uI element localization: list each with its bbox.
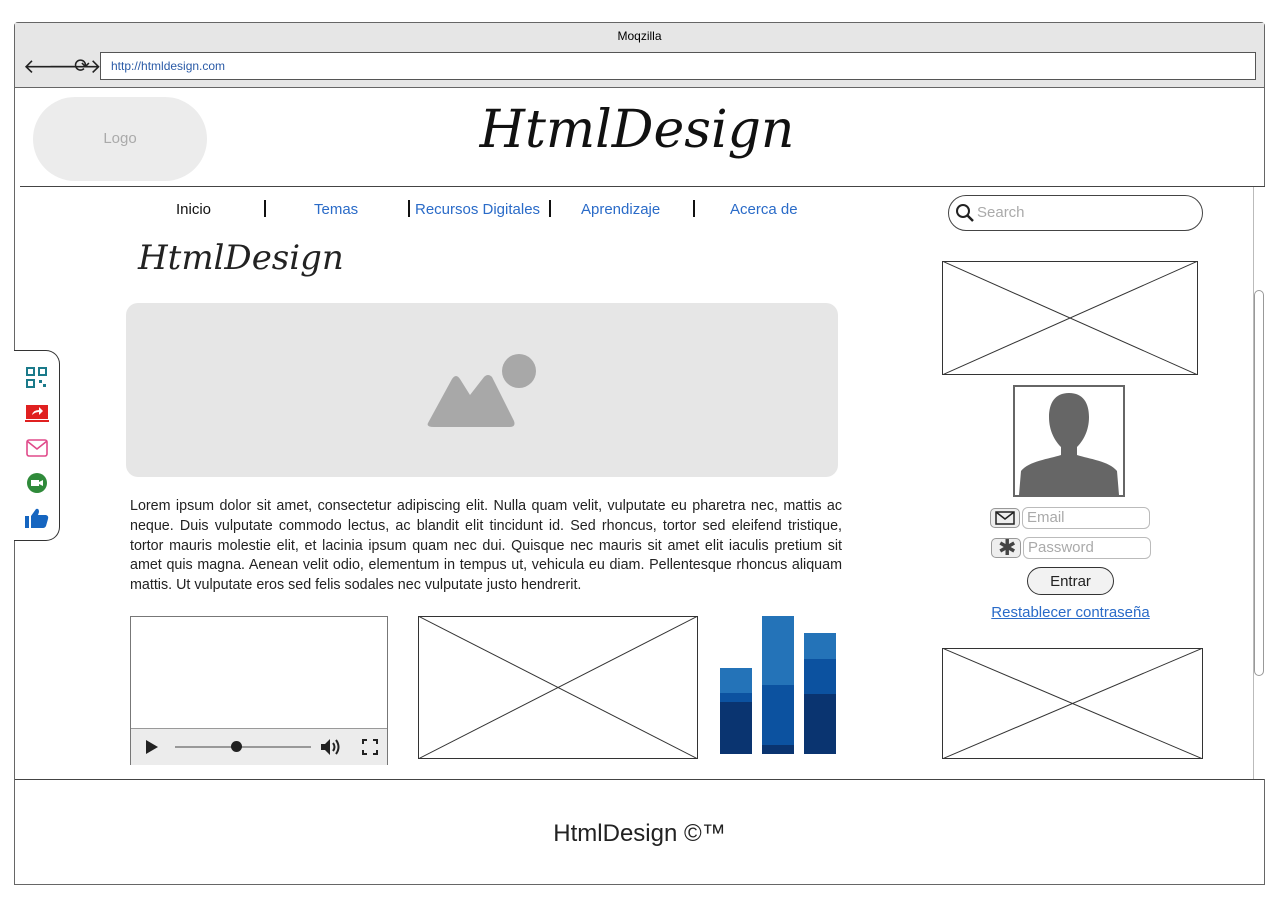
address-bar[interactable]: http://htmldesign.com bbox=[100, 52, 1256, 80]
nav-separator bbox=[408, 200, 410, 217]
ad-placeholder-top bbox=[942, 261, 1198, 375]
nav-item-recursos-digitales[interactable]: Recursos Digitales bbox=[415, 201, 540, 218]
password-field[interactable]: Password bbox=[1023, 537, 1151, 559]
asterisk-icon: ✱ bbox=[998, 535, 1017, 560]
browser-toolbar: Moqzilla 🡐 🡒 ⟳ http://htmldesign.com bbox=[15, 23, 1264, 88]
fullscreen-icon[interactable] bbox=[362, 739, 378, 755]
video-controls bbox=[131, 728, 387, 765]
mail-icon[interactable] bbox=[25, 437, 49, 459]
scrollbar-thumb[interactable] bbox=[1254, 290, 1264, 676]
image-placeholder bbox=[418, 616, 698, 759]
nav-separator bbox=[693, 200, 695, 217]
share-icon[interactable] bbox=[25, 402, 49, 424]
video-progress-track[interactable] bbox=[175, 746, 311, 748]
envelope-icon bbox=[995, 511, 1015, 525]
site-title: HtmlDesign bbox=[479, 100, 795, 160]
email-field[interactable]: Email bbox=[1022, 507, 1150, 529]
header-divider bbox=[20, 186, 1265, 187]
nav-item-inicio[interactable]: Inicio bbox=[176, 201, 211, 218]
video-player[interactable] bbox=[130, 616, 388, 765]
image-placeholder-icon bbox=[427, 354, 536, 427]
reset-password-link[interactable]: Restablecer contraseña bbox=[950, 604, 1191, 621]
user-silhouette-icon bbox=[1019, 393, 1119, 495]
search-input[interactable]: Search bbox=[948, 195, 1203, 231]
search-icon bbox=[956, 204, 974, 222]
ad-placeholder-bottom bbox=[942, 648, 1203, 759]
bar-chart-icon bbox=[720, 616, 836, 754]
video-progress-handle[interactable] bbox=[231, 741, 243, 752]
like-icon[interactable] bbox=[25, 507, 49, 529]
nav-item-temas[interactable]: Temas bbox=[314, 201, 358, 218]
footer-divider bbox=[15, 779, 1264, 780]
nav-separator bbox=[264, 200, 266, 217]
volume-icon[interactable] bbox=[320, 738, 342, 756]
window-title: Moqzilla bbox=[617, 29, 662, 43]
play-icon[interactable] bbox=[145, 739, 159, 755]
footer-text: HtmlDesign ©™ bbox=[553, 820, 726, 847]
social-share-sidebar bbox=[14, 350, 60, 541]
nav-item-aprendizaje[interactable]: Aprendizaje bbox=[581, 201, 660, 218]
hero-image bbox=[126, 303, 838, 477]
qr-code-icon[interactable] bbox=[25, 367, 49, 389]
reload-icon[interactable]: ⟳ bbox=[74, 57, 90, 77]
password-field-icon: ✱ bbox=[991, 535, 1021, 560]
logo: Logo bbox=[33, 97, 207, 181]
avatar bbox=[1013, 385, 1125, 497]
email-field-icon bbox=[990, 508, 1020, 528]
video-call-icon[interactable] bbox=[25, 472, 49, 494]
nav-item-acerca-de[interactable]: Acerca de bbox=[730, 201, 798, 218]
nav-separator bbox=[549, 200, 551, 217]
page-heading: HtmlDesign bbox=[138, 238, 344, 278]
search-placeholder: Search bbox=[977, 204, 1025, 221]
login-button[interactable]: Entrar bbox=[1027, 567, 1114, 595]
body-paragraph: Lorem ipsum dolor sit amet, consectetur … bbox=[130, 498, 842, 594]
